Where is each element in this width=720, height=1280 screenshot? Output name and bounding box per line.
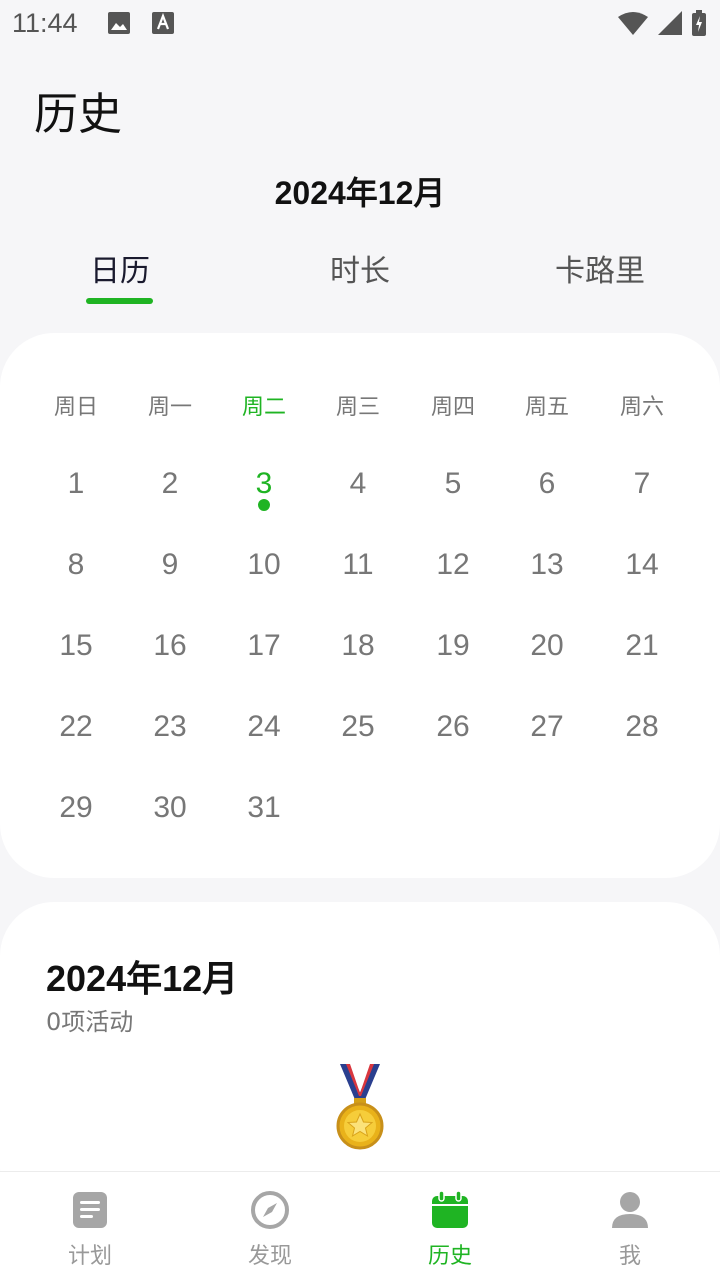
weekday-fri: 周五 — [524, 395, 569, 420]
weekday-tue: 周二 — [241, 395, 286, 420]
plan-icon — [73, 1192, 107, 1228]
calendar-day[interactable]: 9 — [123, 548, 217, 582]
tab-calendar[interactable]: 日历 — [20, 246, 220, 290]
weekday-sun: 周日 — [53, 395, 98, 420]
nav-discover[interactable]: 发现 — [180, 1172, 360, 1280]
calendar-day[interactable]: 13 — [500, 548, 594, 582]
battery-icon — [692, 10, 706, 36]
calendar-day[interactable]: 26 — [406, 710, 500, 744]
medal-icon — [336, 1064, 384, 1150]
calendar-day[interactable]: 19 — [406, 629, 500, 663]
calendar-day[interactable]: 29 — [29, 791, 123, 825]
person-icon — [612, 1192, 648, 1228]
bottom-nav: 计划 发现 历史 我 — [0, 1171, 720, 1280]
calendar-day[interactable]: 21 — [595, 629, 689, 663]
calendar-day[interactable]: 20 — [500, 629, 594, 663]
month-title: 2024年12月 — [274, 175, 446, 211]
nav-history-label: 历史 — [427, 1244, 472, 1269]
calendar-day[interactable]: 14 — [595, 548, 689, 582]
calendar-day[interactable]: 10 — [217, 548, 311, 582]
weekday-thu: 周四 — [430, 395, 475, 420]
text-a-icon — [152, 12, 174, 34]
calendar-day[interactable]: 22 — [29, 710, 123, 744]
calendar-day[interactable]: 8 — [29, 548, 123, 582]
nav-discover-label: 发现 — [247, 1244, 292, 1269]
active-tab-indicator — [86, 298, 153, 304]
calendar-day[interactable]: 16 — [123, 629, 217, 663]
image-icon — [108, 12, 130, 34]
calendar-day[interactable]: 12 — [406, 548, 500, 582]
calendar-day[interactable]: 3 — [217, 467, 311, 501]
calendar-day[interactable]: 25 — [311, 710, 405, 744]
weekday-sat: 周六 — [619, 395, 664, 420]
weekday-wed: 周三 — [335, 395, 380, 420]
status-right-icons — [618, 10, 706, 36]
calendar-day[interactable]: 5 — [406, 467, 500, 501]
calendar-icon — [432, 1190, 468, 1228]
calendar-day[interactable]: 4 — [311, 467, 405, 501]
calendar-day[interactable]: 24 — [217, 710, 311, 744]
compass-icon — [251, 1191, 289, 1229]
wifi-icon — [618, 12, 648, 35]
nav-plan-label: 计划 — [67, 1244, 112, 1269]
activity-dot — [258, 499, 270, 511]
calendar-card: 周日 周一 周二 周三 周四 周五 周六 1 2 3 4 5 6 7 8 9 10 11 12 13 14… — [0, 333, 720, 878]
calendar-day[interactable]: 23 — [123, 710, 217, 744]
calendar-day[interactable]: 30 — [123, 791, 217, 825]
signal-icon — [658, 11, 682, 35]
activity-count: 0项活动 — [46, 1008, 134, 1036]
calendar-day[interactable]: 6 — [500, 467, 594, 501]
weekday-mon: 周一 — [147, 395, 192, 420]
status-time: 11:44 — [12, 8, 78, 38]
status-bar: 11:44 — [0, 0, 720, 50]
calendar-day[interactable]: 1 — [29, 467, 123, 501]
nav-history[interactable]: 历史 — [360, 1172, 540, 1280]
calendar-day[interactable]: 27 — [500, 710, 594, 744]
nav-me[interactable]: 我 — [540, 1172, 720, 1280]
calendar-day[interactable]: 17 — [217, 629, 311, 663]
tab-calories[interactable]: 卡路里 — [500, 246, 700, 290]
nav-plan[interactable]: 计划 — [0, 1172, 180, 1280]
calendar-day[interactable]: 18 — [311, 629, 405, 663]
page-title: 历史 — [34, 89, 122, 140]
calendar-day[interactable]: 31 — [217, 791, 311, 825]
summary-month: 2024年12月 — [46, 958, 239, 999]
tab-duration[interactable]: 时长 — [260, 246, 460, 290]
calendar-day[interactable]: 7 — [595, 467, 689, 501]
calendar-day[interactable]: 15 — [29, 629, 123, 663]
calendar-day[interactable]: 28 — [595, 710, 689, 744]
tab-bar: 日历 时长 卡路里 — [0, 246, 720, 306]
nav-me-label: 我 — [618, 1244, 641, 1269]
calendar-day[interactable]: 2 — [123, 467, 217, 501]
calendar-day[interactable]: 11 — [311, 548, 405, 582]
